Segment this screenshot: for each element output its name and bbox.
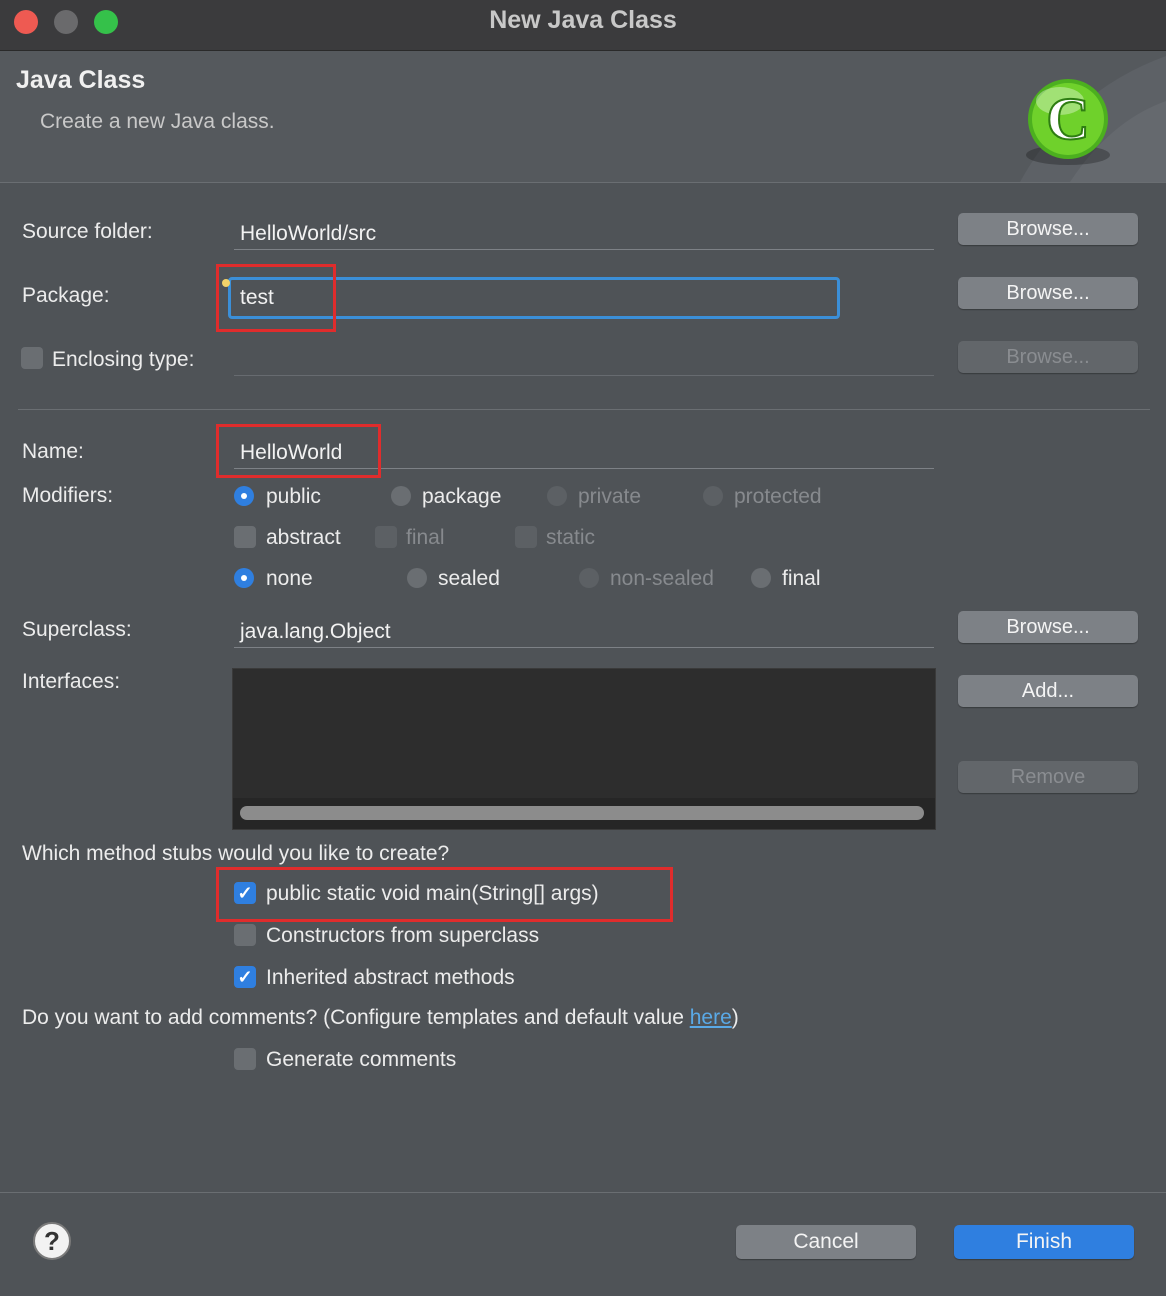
enclosing-type-checkbox[interactable] — [21, 347, 43, 369]
modifier-public-radio[interactable] — [234, 486, 254, 506]
annotation-box-name — [216, 424, 381, 478]
modifier-private-label: private — [578, 485, 642, 508]
stub-inherited-label: Inherited abstract methods — [266, 966, 515, 989]
footer-divider — [0, 1192, 1166, 1193]
seal-non-sealed-radio[interactable] — [579, 568, 599, 588]
seal-sealed-radio[interactable] — [407, 568, 427, 588]
method-stubs-question: Which method stubs would you like to cre… — [22, 842, 450, 865]
interfaces-remove-button[interactable]: Remove — [958, 761, 1138, 793]
package-label: Package: — [22, 284, 110, 307]
modifier-public-label: public — [266, 485, 321, 508]
modifier-protected-label: protected — [734, 485, 822, 508]
modifier-protected-radio[interactable] — [703, 486, 723, 506]
annotation-box-main — [216, 867, 673, 922]
name-label: Name: — [22, 440, 84, 463]
superclass-browse-button[interactable]: Browse... — [958, 611, 1138, 643]
enclosing-type-input[interactable] — [234, 344, 934, 376]
modifier-abstract-checkbox[interactable] — [234, 526, 256, 548]
package-browse-button[interactable]: Browse... — [958, 277, 1138, 309]
section-divider — [18, 409, 1150, 410]
modifier-static-checkbox[interactable] — [515, 526, 537, 548]
modifier-final-label: final — [406, 526, 445, 549]
source-folder-label: Source folder: — [22, 220, 153, 243]
generate-comments-checkbox[interactable] — [234, 1048, 256, 1070]
seal-final-radio[interactable] — [751, 568, 771, 588]
comments-question: Do you want to add comments? (Configure … — [22, 1006, 739, 1030]
java-class-icon: C — [1020, 56, 1166, 182]
enclosing-type-label: Enclosing type: — [52, 348, 195, 371]
source-folder-browse-button[interactable]: Browse... — [958, 213, 1138, 245]
source-folder-input[interactable]: HelloWorld/src — [234, 218, 934, 250]
stub-constructors-label: Constructors from superclass — [266, 924, 540, 947]
superclass-input[interactable]: java.lang.Object — [234, 616, 934, 648]
comments-question-end: ) — [731, 1006, 739, 1029]
seal-none-radio[interactable] — [234, 568, 254, 588]
modifiers-label: Modifiers: — [22, 484, 114, 507]
configure-templates-link[interactable]: here — [690, 1006, 732, 1029]
interfaces-add-button[interactable]: Add... — [958, 675, 1138, 707]
wizard-title: Java Class — [16, 66, 146, 94]
modifier-abstract-label: abstract — [266, 526, 341, 549]
enclosing-type-browse-button[interactable]: Browse... — [958, 341, 1138, 373]
modifier-static-label: static — [546, 526, 596, 549]
stub-inherited-checkbox[interactable]: ✓ — [234, 966, 256, 988]
modifier-package-label: package — [422, 485, 502, 508]
seal-sealed-label: sealed — [438, 567, 500, 590]
svg-text:C: C — [1046, 86, 1089, 152]
generate-comments-label: Generate comments — [266, 1048, 457, 1071]
wizard-subtitle: Create a new Java class. — [40, 110, 275, 133]
stub-constructors-checkbox[interactable] — [234, 924, 256, 946]
help-icon[interactable]: ? — [33, 1222, 71, 1260]
modifier-package-radio[interactable] — [391, 486, 411, 506]
cancel-button[interactable]: Cancel — [736, 1225, 916, 1259]
interfaces-label: Interfaces: — [22, 670, 121, 693]
seal-final-label: final — [782, 567, 821, 590]
interfaces-scrollbar-thumb[interactable] — [240, 806, 924, 820]
seal-non-sealed-label: non-sealed — [610, 567, 714, 590]
modifier-final-checkbox[interactable] — [375, 526, 397, 548]
comments-question-text: Do you want to add comments? (Configure … — [22, 1006, 690, 1029]
superclass-label: Superclass: — [22, 618, 132, 641]
window-title: New Java Class — [489, 6, 677, 34]
modifier-private-radio[interactable] — [547, 486, 567, 506]
finish-button[interactable]: Finish — [954, 1225, 1134, 1259]
seal-none-label: none — [266, 567, 313, 590]
annotation-box-package — [216, 264, 336, 332]
